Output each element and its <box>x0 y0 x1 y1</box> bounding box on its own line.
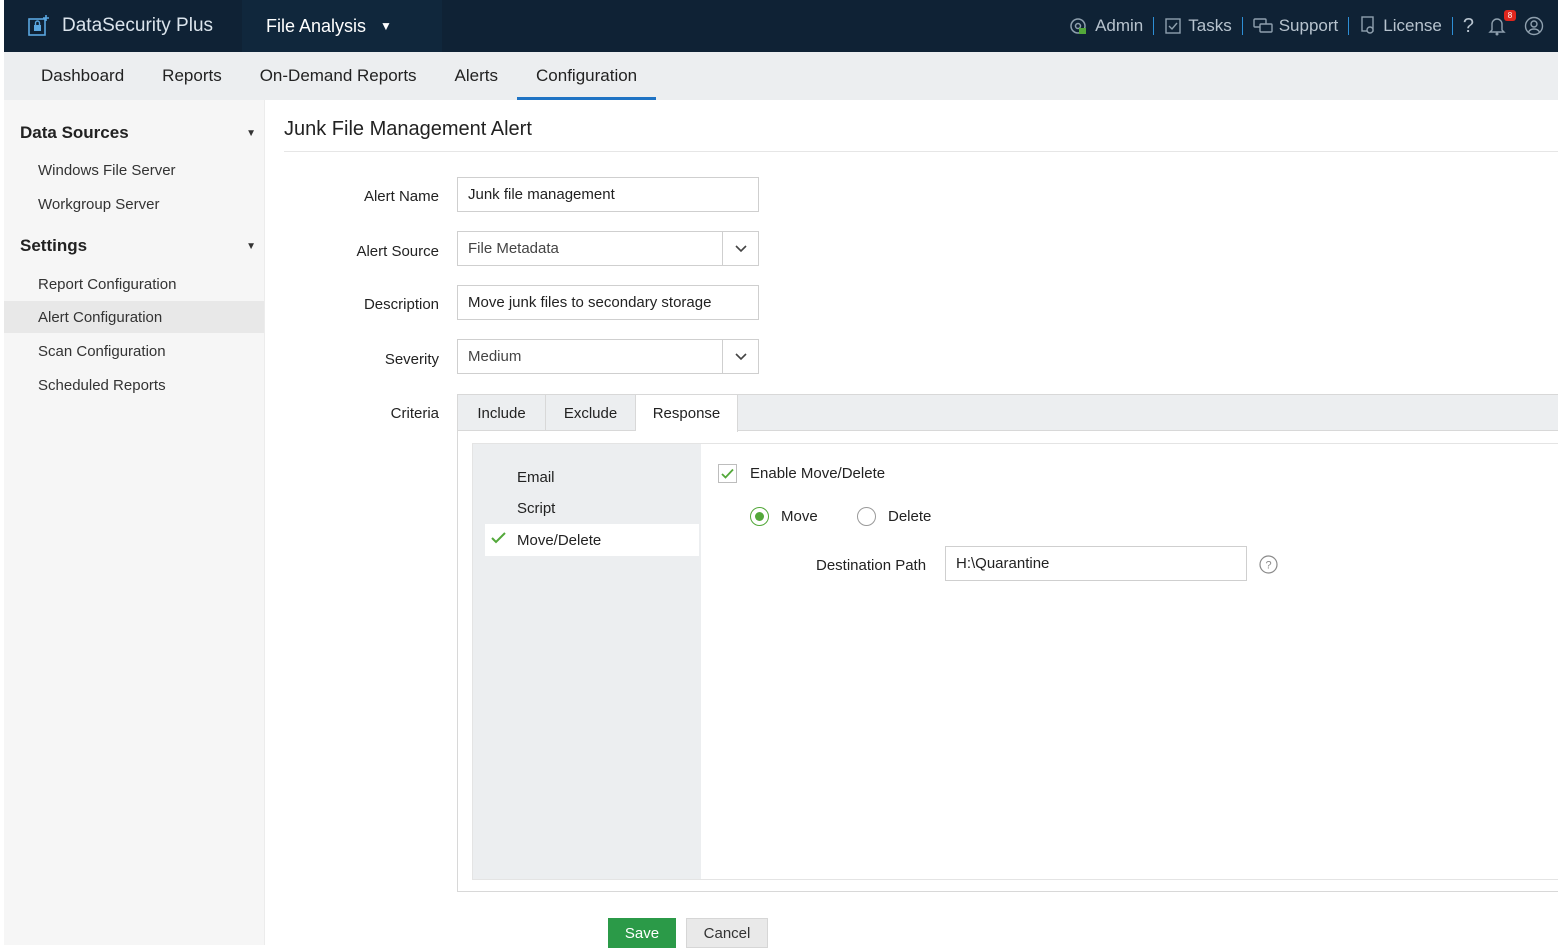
support-link[interactable]: Support <box>1253 16 1339 36</box>
sidebar-section-data-sources[interactable]: Data Sources ▼ <box>20 123 256 143</box>
response-type-list: Email Script Move/Delete <box>473 444 701 879</box>
alert-name-input[interactable]: Junk file management <box>457 177 759 212</box>
divider <box>1451 17 1453 35</box>
tab-include[interactable]: Include <box>458 395 546 431</box>
license-label: License <box>1383 16 1442 35</box>
admin-gear-icon <box>1070 18 1087 34</box>
destination-path-value: H:\Quarantine <box>956 555 1050 572</box>
move-radio-label: Move <box>781 508 818 525</box>
license-icon <box>1361 16 1374 34</box>
enable-move-delete-checkbox[interactable] <box>718 464 737 483</box>
tasks-icon <box>1165 18 1181 34</box>
alert-source-label: Alert Source <box>356 243 439 260</box>
sidebar-item-windows-file-server[interactable]: Windows File Server <box>4 154 264 186</box>
cancel-button[interactable]: Cancel <box>686 918 768 948</box>
checkmark-icon <box>721 468 734 479</box>
tab-response[interactable]: Response <box>636 395 738 432</box>
support-chat-icon <box>1253 18 1273 33</box>
user-profile-button[interactable] <box>1524 16 1550 36</box>
help-icon[interactable]: ? <box>1259 555 1278 574</box>
nav-dashboard[interactable]: Dashboard <box>22 52 143 100</box>
caret-down-icon: ▼ <box>246 240 256 252</box>
section-title: Data Sources <box>20 123 129 142</box>
alert-name-label: Alert Name <box>363 188 439 205</box>
section-title: Settings <box>20 236 88 255</box>
svg-text:?: ? <box>1265 560 1271 572</box>
sidebar-item-workgroup-server[interactable]: Workgroup Server <box>4 188 264 220</box>
severity-label: Severity <box>384 351 439 368</box>
criteria-label: Criteria <box>390 405 439 422</box>
divider <box>1348 17 1350 35</box>
checkmark-icon <box>491 532 506 544</box>
sidebar-item-scan-configuration[interactable]: Scan Configuration <box>4 335 264 367</box>
severity-select[interactable]: Medium <box>457 339 759 374</box>
divider <box>1241 17 1243 35</box>
help-icon: ? <box>1462 14 1474 37</box>
move-radio[interactable] <box>750 507 769 526</box>
user-avatar-icon <box>1524 16 1544 36</box>
tasks-label: Tasks <box>1188 16 1232 35</box>
response-type-email[interactable]: Email <box>485 461 699 493</box>
response-type-script[interactable]: Script <box>485 492 699 524</box>
sidebar: Data Sources ▼ Windows File Server Workg… <box>4 100 265 945</box>
destination-path-label: Destination Path <box>816 557 927 574</box>
criteria-panel: Include Exclude Response Email Script Mo… <box>457 394 1558 892</box>
tasks-link[interactable]: Tasks <box>1164 16 1232 36</box>
enable-move-delete-label: Enable Move/Delete <box>750 465 886 482</box>
module-switcher[interactable]: File Analysis ▼ <box>242 0 442 52</box>
brand[interactable]: DataSecurity Plus <box>4 0 242 52</box>
top-links: Admin Tasks Support License ? 8 <box>1067 0 1558 52</box>
tab-exclude[interactable]: Exclude <box>546 395 636 431</box>
main-nav: Dashboard Reports On-Demand Reports Aler… <box>4 52 1558 100</box>
response-panel: Email Script Move/Delete <box>472 443 1558 880</box>
notifications-button[interactable]: 8 <box>1488 10 1516 36</box>
caret-down-icon: ▼ <box>246 127 256 139</box>
severity-value: Medium <box>468 348 522 365</box>
description-value: Move junk files to secondary storage <box>468 294 712 311</box>
chevron-down-icon <box>722 232 758 265</box>
sidebar-item-alert-configuration[interactable]: Alert Configuration <box>4 301 264 333</box>
chevron-down-icon <box>722 340 758 373</box>
criteria-tabs: Include Exclude Response <box>458 395 1558 432</box>
nav-configuration[interactable]: Configuration <box>517 52 657 100</box>
module-name: File Analysis <box>266 15 367 36</box>
admin-label: Admin <box>1095 16 1144 35</box>
sidebar-section-settings[interactable]: Settings ▼ <box>20 236 256 256</box>
sidebar-item-report-configuration[interactable]: Report Configuration <box>4 268 264 300</box>
alert-source-value: File Metadata <box>468 240 559 257</box>
nav-alerts[interactable]: Alerts <box>436 52 517 100</box>
caret-down-icon: ▼ <box>380 19 392 33</box>
alert-source-select[interactable]: File Metadata <box>457 231 759 266</box>
description-label: Description <box>363 296 439 313</box>
sidebar-item-scheduled-reports[interactable]: Scheduled Reports <box>4 369 264 401</box>
top-bar: DataSecurity Plus File Analysis ▼ Admin … <box>4 0 1558 52</box>
brand-name: DataSecurity Plus <box>62 15 214 36</box>
divider <box>1153 17 1155 35</box>
delete-radio-label: Delete <box>888 508 932 525</box>
page-title: Junk File Management Alert <box>284 118 532 140</box>
delete-radio[interactable] <box>857 507 876 526</box>
help-link[interactable]: ? <box>1463 15 1474 38</box>
response-type-move-delete[interactable]: Move/Delete <box>485 524 699 556</box>
license-link[interactable]: License <box>1359 16 1442 36</box>
title-divider <box>284 151 1558 152</box>
nav-on-demand-reports[interactable]: On-Demand Reports <box>241 52 436 100</box>
nav-reports[interactable]: Reports <box>143 52 241 100</box>
support-label: Support <box>1278 16 1339 35</box>
destination-path-input[interactable]: H:\Quarantine <box>945 546 1247 581</box>
description-input[interactable]: Move junk files to secondary storage <box>457 285 759 320</box>
notification-count-badge: 8 <box>1504 10 1516 21</box>
response-type-label: Move/Delete <box>517 531 602 549</box>
product-logo-icon <box>28 15 49 36</box>
admin-link[interactable]: Admin <box>1067 15 1143 37</box>
alert-name-value: Junk file management <box>468 186 615 203</box>
save-button[interactable]: Save <box>608 918 676 948</box>
